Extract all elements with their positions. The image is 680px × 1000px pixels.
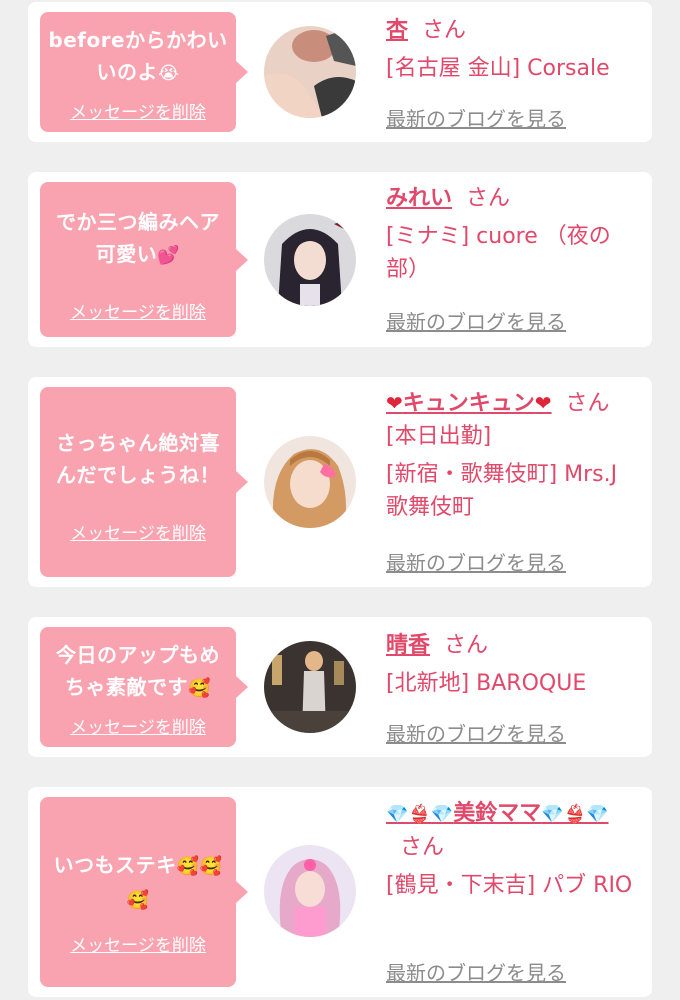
cast-info: 杏さん [名古屋 金山] Corsale [386,14,638,85]
message-card: いつもステキ🥰🥰🥰 メッセージを削除 💎👙💎美鈴ママ💎👙💎 さん [鶴見・下末吉]… [28,787,652,997]
latest-blog-link[interactable]: 最新のブログを見る [386,547,566,576]
cast-title: みれい さん [386,182,638,215]
message-text: 今日のアップもめちゃ素敵です🥰 [56,643,220,699]
cast-name-link[interactable]: みれい [386,186,452,211]
message-text: さっちゃん絶対喜んだでしょうね！ [56,431,220,487]
message-card: beforeからかわいいのよ😭 メッセージを削除 杏さん [名古屋 金山] Co… [28,2,652,142]
shop-info: [ミナミ] cuore （夜の部） [386,224,611,282]
hearts-emoji-icon: 💕 [157,245,181,266]
shop-info: [北新地] BAROQUE [386,671,587,696]
cast-info: 晴香 さん [北新地] BAROQUE [386,629,638,700]
message-bubble: さっちゃん絶対喜んだでしょうね！ メッセージを削除 [40,387,248,577]
cast-title: 杏さん [386,14,638,47]
cast-title: 💎👙💎美鈴ママ💎👙💎 さん [386,797,638,864]
message-card: でか三つ編みヘア可愛い💕 メッセージを削除 みれい さん [ミナミ] cuore … [28,172,652,347]
cast-name-link[interactable]: ❤キュンキュン❤ [386,391,552,416]
smiling-hearts-emoji-icon: 🥰 [188,678,211,699]
message-card: 今日のアップもめちゃ素敵です🥰 メッセージを削除 晴香 さん [北新地] BARO… [28,617,652,757]
heart-icon: ❤ [534,391,552,415]
avatar[interactable] [264,845,356,937]
honorific: さん [466,186,511,211]
heart-icon: ❤ [386,391,403,415]
crying-emoji-icon: 😭 [157,63,180,84]
latest-blog-link[interactable]: 最新のブログを見る [386,957,566,986]
cast-title: ❤キュンキュン❤ さん [本日出勤] [386,387,638,453]
shop-info: [鶴見・下末吉] パブ RIO [386,873,633,898]
message-bubble: でか三つ編みヘア可愛い💕 メッセージを削除 [40,182,248,337]
delete-message-link[interactable]: メッセージを削除 [40,713,236,738]
delete-message-link[interactable]: メッセージを削除 [40,931,236,956]
cast-title: 晴香 さん [386,629,638,662]
gem-bikini-icons: 💎👙💎 [386,804,454,825]
avatar[interactable] [264,26,356,118]
cast-info: 💎👙💎美鈴ママ💎👙💎 さん [鶴見・下末吉] パブ RIO [386,797,638,902]
delete-message-link[interactable]: メッセージを削除 [40,519,236,544]
message-card: さっちゃん絶対喜んだでしょうね！ メッセージを削除 ❤キュンキュン❤ さん [本日出… [28,377,652,587]
cast-info: ❤キュンキュン❤ さん [本日出勤] [新宿・歌舞伎町] Mrs.J 歌舞伎町 [386,387,638,524]
avatar[interactable] [264,436,356,528]
message-bubble: いつもステキ🥰🥰🥰 メッセージを削除 [40,797,248,987]
message-text: いつもステキ🥰🥰🥰 [53,853,223,911]
latest-blog-link[interactable]: 最新のブログを見る [386,306,566,335]
cast-name-link[interactable]: 杏 [386,18,408,43]
latest-blog-link[interactable]: 最新のブログを見る [386,718,566,747]
latest-blog-link[interactable]: 最新のブログを見る [386,103,566,132]
avatar[interactable] [264,214,356,306]
delete-message-link[interactable]: メッセージを削除 [40,298,236,323]
message-text: でか三つ編みヘア可愛い💕 [56,210,220,266]
message-text: beforeからかわいいのよ😭 [48,28,228,84]
honorific: さん [565,391,610,416]
gem-bikini-icons: 💎👙💎 [541,804,609,825]
delete-message-link[interactable]: メッセージを削除 [40,98,236,123]
shop-info: [名古屋 金山] Corsale [386,56,610,81]
honorific: さん [400,835,445,860]
cast-info: みれい さん [ミナミ] cuore （夜の部） [386,182,638,286]
message-bubble: beforeからかわいいのよ😭 メッセージを削除 [40,12,248,132]
message-bubble: 今日のアップもめちゃ素敵です🥰 メッセージを削除 [40,627,248,747]
message-list: beforeからかわいいのよ😭 メッセージを削除 杏さん [名古屋 金山] Co… [0,0,680,1000]
honorific: さん [422,18,467,43]
cast-name-link[interactable]: 晴香 [386,633,430,658]
status-badge: [本日出勤] [386,424,492,449]
shop-info: [新宿・歌舞伎町] Mrs.J 歌舞伎町 [386,462,618,520]
cast-name-link[interactable]: 💎👙💎美鈴ママ💎👙💎 [386,801,609,826]
avatar[interactable] [264,641,356,733]
honorific: さん [444,633,489,658]
